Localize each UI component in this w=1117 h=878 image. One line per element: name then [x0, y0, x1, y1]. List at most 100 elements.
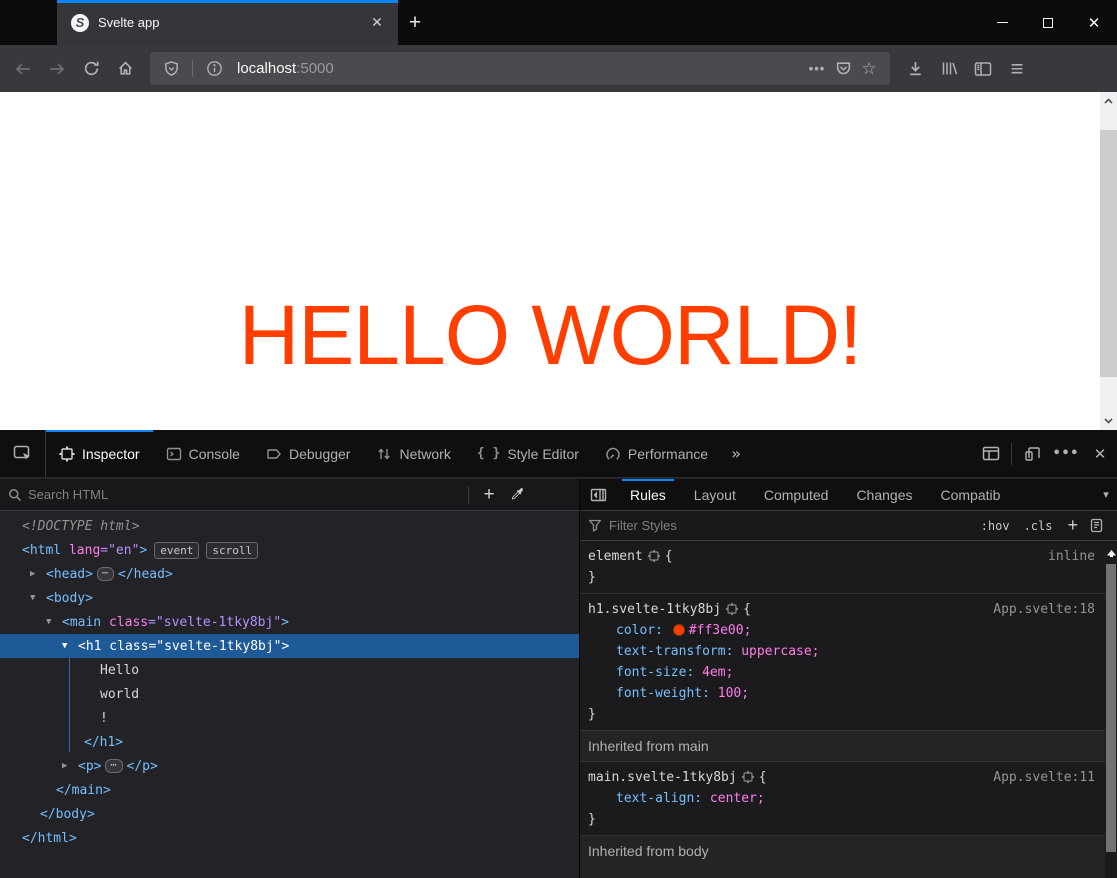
scroll-up-button[interactable]	[1100, 92, 1117, 110]
tree-node-head[interactable]: ▶<head>⋯</head>	[0, 562, 579, 586]
url-text[interactable]: localhost:5000	[237, 60, 804, 77]
search-html-input[interactable]	[28, 487, 462, 502]
window-close-button[interactable]: ✕	[1071, 0, 1117, 45]
css-declaration[interactable]: font-weight: 100;	[588, 683, 1117, 704]
reload-button[interactable]	[74, 53, 108, 85]
close-brace: }	[588, 707, 596, 722]
tree-node-body[interactable]: ▼<body>	[0, 586, 579, 610]
sidebar-tab-changes[interactable]: Changes	[842, 479, 926, 510]
rules-scroll-up-icon[interactable]	[1105, 546, 1117, 560]
add-rule-button[interactable]: +	[1067, 515, 1078, 536]
color-swatch[interactable]	[673, 624, 685, 636]
highlight-target-icon[interactable]	[742, 771, 754, 783]
collapsed-ellipsis-icon[interactable]: ⋯	[105, 759, 122, 773]
tab-close-icon[interactable]: ✕	[366, 12, 388, 34]
bookmark-star-icon[interactable]: ☆	[856, 56, 882, 82]
scroll-down-button[interactable]	[1100, 412, 1117, 430]
page-scrollbar[interactable]	[1100, 92, 1117, 430]
rule-main[interactable]: main.svelte-1tky8bj{App.svelte:11 text-a…	[580, 762, 1117, 836]
devtools-tab-debugger[interactable]: Debugger	[253, 430, 364, 477]
maximize-button[interactable]	[1025, 0, 1071, 45]
tree-node-h1-close[interactable]: </h1>	[0, 730, 579, 754]
page-actions-icon[interactable]: •••	[804, 56, 830, 82]
back-button[interactable]	[6, 53, 40, 85]
rule-h1[interactable]: h1.svelte-1tky8bj{App.svelte:18 color: #…	[580, 594, 1117, 731]
forward-arrow-icon	[48, 61, 66, 77]
more-tabs-button[interactable]: »	[721, 430, 751, 477]
scroll-badge[interactable]: scroll	[206, 542, 258, 559]
rule-element[interactable]: element{inline }	[580, 541, 1117, 594]
rules-scrollbar-thumb[interactable]	[1106, 564, 1116, 852]
page-scrollbar-thumb[interactable]	[1100, 130, 1117, 377]
tree-node-body-close[interactable]: </body>	[0, 802, 579, 826]
print-simulation-icon[interactable]	[1090, 518, 1103, 533]
rule-origin-link[interactable]: App.svelte:18	[993, 599, 1095, 620]
main-close-tag: </main>	[56, 783, 111, 798]
tracking-protection-shield-icon[interactable]	[158, 56, 184, 82]
sidebar-tab-rules[interactable]: Rules	[616, 479, 680, 510]
pocket-icon[interactable]	[830, 56, 856, 82]
twisty-expanded-icon[interactable]: ▼	[46, 617, 62, 627]
hamburger-menu-button[interactable]: ≡	[1000, 53, 1034, 85]
devtools-tab-console[interactable]: Console	[153, 430, 253, 477]
site-info-icon[interactable]	[201, 56, 227, 82]
css-declaration[interactable]: font-size: 4em;	[588, 662, 1117, 683]
twisty-expanded-icon[interactable]: ▼	[30, 593, 46, 603]
url-bar[interactable]: localhost:5000 ••• ☆	[150, 52, 890, 85]
sidebar-tabs-dropdown[interactable]: ▾	[1095, 479, 1117, 510]
css-declaration[interactable]: text-transform: uppercase;	[588, 641, 1117, 662]
devtools-meatball-menu-button[interactable]: •••	[1049, 430, 1083, 478]
forward-button[interactable]	[40, 53, 74, 85]
downloads-button[interactable]	[898, 53, 932, 85]
dock-side-button[interactable]	[974, 430, 1008, 478]
home-button[interactable]	[108, 53, 142, 85]
event-badge[interactable]: event	[154, 542, 199, 559]
tree-node-main-close[interactable]: </main>	[0, 778, 579, 802]
minimize-button[interactable]	[979, 0, 1025, 45]
highlight-target-icon[interactable]	[726, 603, 738, 615]
highlight-target-icon[interactable]	[648, 550, 660, 562]
devtools-tab-network[interactable]: Network	[363, 430, 463, 477]
devtools-tab-style-editor[interactable]: { } Style Editor	[464, 430, 592, 477]
tree-node-h1-selected[interactable]: ▼<h1 class="svelte-1tky8bj">	[0, 634, 579, 658]
class-toggle[interactable]: .cls	[1024, 519, 1053, 533]
page-heading: HELLO WORLD!	[0, 290, 1100, 380]
element-picker-button[interactable]	[0, 430, 46, 477]
sidebar-collapse-button[interactable]	[580, 479, 616, 510]
css-declaration[interactable]: text-align: center;	[588, 788, 1117, 809]
sidebar-toggle-button[interactable]	[966, 53, 1000, 85]
rule-line: main.svelte-1tky8bj{App.svelte:11	[588, 767, 1117, 788]
library-button[interactable]	[932, 53, 966, 85]
rules-scrollbar[interactable]	[1105, 542, 1117, 878]
tree-text-node[interactable]: !	[0, 706, 579, 730]
twisty-collapsed-icon[interactable]: ▶	[62, 761, 78, 771]
eyedropper-button[interactable]	[503, 482, 531, 508]
debugger-icon	[266, 446, 282, 462]
tree-node-html-close[interactable]: </html>	[0, 826, 579, 850]
sidebar-tab-computed[interactable]: Computed	[750, 479, 843, 510]
twisty-collapsed-icon[interactable]: ▶	[30, 569, 46, 579]
browser-tab-svelte-app[interactable]: S Svelte app ✕	[57, 0, 398, 45]
sidebar-tab-compatibility[interactable]: Compatib	[926, 479, 1002, 510]
tree-node-html[interactable]: <html lang="en">eventscroll	[0, 538, 579, 562]
tree-node-p[interactable]: ▶<p>⋯</p>	[0, 754, 579, 778]
tree-text-node[interactable]: world	[0, 682, 579, 706]
tree-text-node[interactable]: Hello	[0, 658, 579, 682]
filter-styles-input[interactable]	[609, 518, 974, 533]
css-declaration[interactable]: color: #ff3e00;	[588, 620, 1117, 641]
rule-origin-link[interactable]: App.svelte:11	[993, 767, 1095, 788]
tree-node-main[interactable]: ▼<main class="svelte-1tky8bj">	[0, 610, 579, 634]
tree-node-doctype[interactable]: <!DOCTYPE html>	[0, 514, 579, 538]
devtools-tab-inspector[interactable]: Inspector	[46, 430, 153, 477]
inherited-from-main-header: Inherited from main	[580, 731, 1117, 762]
add-node-button[interactable]: +	[475, 482, 503, 508]
twisty-expanded-icon[interactable]: ▼	[62, 641, 78, 651]
responsive-design-button[interactable]	[1015, 430, 1049, 478]
search-bar-separator	[468, 486, 469, 504]
devtools-close-button[interactable]: ✕	[1083, 430, 1117, 478]
pseudo-class-toggle[interactable]: :hov	[981, 519, 1010, 533]
sidebar-tab-layout[interactable]: Layout	[680, 479, 750, 510]
devtools-tab-performance[interactable]: Performance	[592, 430, 721, 477]
new-tab-button[interactable]: +	[398, 0, 432, 45]
collapsed-ellipsis-icon[interactable]: ⋯	[97, 567, 114, 581]
